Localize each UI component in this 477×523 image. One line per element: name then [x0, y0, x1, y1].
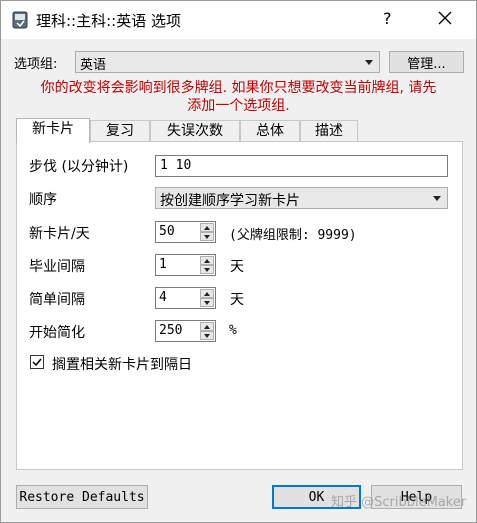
starting-ease-label: 开始简化: [29, 325, 85, 341]
easy-interval-spinbox[interactable]: [155, 287, 216, 309]
options-group-label: 选项组:: [14, 57, 58, 72]
starting-ease-field[interactable]: [156, 321, 198, 340]
spin-down-icon[interactable]: [200, 265, 214, 274]
graduating-label: 毕业间隔: [29, 259, 85, 275]
steps-label: 步伐 (以分钟计): [29, 159, 129, 175]
spin-up-icon[interactable]: [200, 223, 214, 232]
spin-up-icon[interactable]: [200, 256, 214, 265]
manage-button[interactable]: 管理...: [389, 51, 464, 73]
per-day-spinbox[interactable]: [155, 221, 216, 243]
tab-new-cards[interactable]: 新卡片: [16, 118, 90, 143]
graduating-field[interactable]: [156, 255, 198, 274]
close-icon[interactable]: [433, 6, 457, 30]
tab-lapses[interactable]: 失误次数: [150, 120, 240, 141]
bury-checkbox[interactable]: [30, 355, 44, 369]
per-day-field[interactable]: [156, 222, 198, 241]
easy-interval-label: 简单间隔: [29, 292, 85, 308]
spin-down-icon[interactable]: [200, 331, 214, 340]
spin-up-icon[interactable]: [200, 322, 214, 331]
easy-interval-unit: 天: [230, 292, 244, 308]
spin-down-icon[interactable]: [200, 298, 214, 307]
restore-defaults-button[interactable]: Restore Defaults: [16, 485, 148, 509]
warning-line-2: 添加一个选项组.: [187, 98, 290, 114]
order-label: 顺序: [29, 192, 57, 208]
chevron-down-icon: [433, 196, 441, 201]
help-icon[interactable]: ?: [383, 9, 392, 28]
graduating-unit: 天: [230, 259, 244, 275]
graduating-spinbox[interactable]: [155, 254, 216, 276]
steps-input[interactable]: [155, 155, 448, 177]
per-day-label: 新卡片/天: [29, 226, 90, 242]
options-group-select[interactable]: 英语: [75, 51, 380, 73]
steps-field[interactable]: [156, 156, 447, 175]
tab-description[interactable]: 描述: [300, 120, 358, 141]
order-select[interactable]: 按创建顺序学习新卡片: [155, 187, 448, 209]
anki-app-icon: [12, 11, 28, 29]
tab-general[interactable]: 总体: [240, 120, 300, 141]
starting-ease-unit: %: [229, 323, 237, 338]
spin-up-icon[interactable]: [200, 289, 214, 298]
window-title: 理科::主科::英语 选项: [36, 12, 181, 30]
bury-label[interactable]: 搁置相关新卡片到隔日: [52, 354, 192, 374]
parent-limit-note: (父牌组限制: 9999): [229, 228, 357, 243]
title-bar: 理科::主科::英语 选项 ?: [1, 1, 476, 39]
starting-ease-spinbox[interactable]: [155, 320, 216, 342]
order-value: 按创建顺序学习新卡片: [160, 193, 300, 209]
easy-interval-field[interactable]: [156, 288, 198, 307]
options-group-value: 英语: [80, 58, 107, 73]
checkmark-icon: [32, 358, 42, 367]
watermark-text: 知乎 @ScribbleMaker: [331, 495, 467, 510]
spin-down-icon[interactable]: [200, 232, 214, 241]
tab-reviews[interactable]: 复习: [90, 120, 150, 141]
options-dialog: 理科::主科::英语 选项 ? 选项组: 英语 管理... 你的改变将会影响到很…: [0, 0, 477, 523]
warning-line-1: 你的改变将会影响到很多牌组. 如果你只想要改变当前牌组, 请先: [40, 80, 437, 96]
chevron-down-icon: [365, 60, 373, 65]
